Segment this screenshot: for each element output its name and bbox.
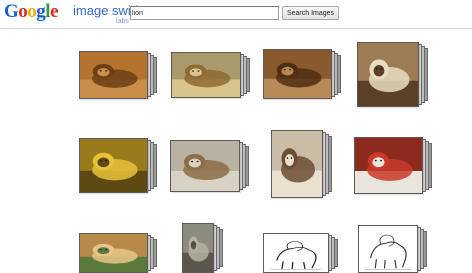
- lion-photo-icon: [80, 52, 147, 98]
- image-stack[interactable]: [79, 51, 158, 99]
- result-thumbnail[interactable]: [79, 233, 148, 273]
- header: Google image swirl labs Search Images: [0, 0, 472, 28]
- result-thumbnail[interactable]: [357, 42, 419, 107]
- image-stack[interactable]: [170, 140, 250, 192]
- logo-letter: g: [36, 1, 46, 22]
- lion-sketch-icon: [359, 226, 417, 272]
- logo-letter: G: [4, 1, 19, 22]
- lion-photo-icon: [171, 141, 239, 191]
- lion-photo-icon: [183, 224, 213, 272]
- lion-photo-icon: [264, 50, 331, 98]
- logo-letter: o: [27, 1, 37, 22]
- logo-letter: o: [18, 1, 28, 22]
- image-stack[interactable]: [263, 49, 342, 99]
- result-thumbnail[interactable]: [271, 130, 323, 198]
- image-stack[interactable]: [271, 130, 333, 198]
- image-stack[interactable]: [79, 138, 158, 193]
- header-divider: [0, 28, 472, 29]
- lion-photo-icon: [172, 53, 240, 97]
- result-thumbnail[interactable]: [171, 52, 241, 98]
- image-stack[interactable]: [182, 223, 224, 273]
- search-images-button[interactable]: Search Images: [282, 6, 339, 20]
- image-stack[interactable]: [263, 233, 339, 273]
- result-thumbnail[interactable]: [79, 51, 148, 99]
- result-thumbnail[interactable]: [79, 138, 148, 193]
- logo-letter: e: [50, 1, 58, 22]
- image-stack[interactable]: [171, 52, 251, 98]
- result-thumbnail[interactable]: [358, 225, 418, 273]
- result-thumbnail[interactable]: [263, 233, 329, 273]
- labs-label: labs: [116, 18, 129, 25]
- search-input[interactable]: [130, 6, 279, 20]
- image-stack[interactable]: [79, 233, 158, 273]
- lion-photo-icon: [355, 138, 422, 193]
- result-thumbnail[interactable]: [182, 223, 214, 273]
- lion-photo-icon: [358, 43, 418, 106]
- product-name: image swirl: [73, 3, 139, 18]
- image-stack[interactable]: [357, 42, 429, 107]
- lion-photo-icon: [80, 234, 147, 272]
- lion-sketch-icon: [264, 234, 328, 272]
- lion-photo-icon: [272, 131, 322, 197]
- result-thumbnail[interactable]: [170, 140, 240, 192]
- result-thumbnail[interactable]: [354, 137, 423, 194]
- result-thumbnail[interactable]: [263, 49, 332, 99]
- lion-photo-icon: [80, 139, 147, 192]
- image-stack[interactable]: [354, 137, 433, 194]
- image-stack[interactable]: [358, 225, 428, 273]
- google-wordmark: Google: [4, 1, 58, 23]
